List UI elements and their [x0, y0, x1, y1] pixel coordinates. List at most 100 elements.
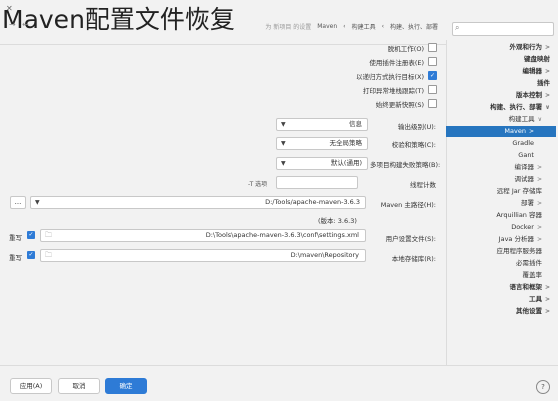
folder-icon[interactable]: 🗀	[45, 250, 52, 261]
breadcrumb-sep: ›	[343, 22, 346, 30]
settings-override-checkbox[interactable]: ✓	[27, 231, 35, 239]
work-offline-checkbox[interactable]	[428, 43, 437, 52]
recursive-checkbox[interactable]: ✓	[428, 71, 437, 80]
chevron-right-icon[interactable]: >	[545, 92, 550, 99]
sidebar-item-label: 外观和行为	[509, 43, 542, 51]
local-repo-override-checkbox[interactable]: ✓	[27, 251, 35, 259]
settings-override-label: 重写	[9, 234, 22, 242]
sidebar-item[interactable]: 远程 Jar 存储库	[446, 186, 556, 197]
plugin-registry-label: 使用插件注册表(E)	[369, 59, 424, 67]
local-repo-value: D:\maven\Repository	[290, 251, 359, 259]
browse-button[interactable]: ...	[10, 196, 26, 209]
output-level-value: 信息	[349, 120, 362, 128]
chevron-right-icon[interactable]: >	[545, 308, 550, 315]
exception-stack-label: 打印异常堆栈跟踪(T)	[362, 87, 424, 95]
sidebar-item[interactable]: 覆盖率	[446, 270, 556, 281]
sidebar-item-label: 编译器	[514, 163, 534, 171]
output-level-select[interactable]: ▼ 信息	[276, 118, 368, 131]
chevron-down-icon: ▼	[281, 160, 286, 167]
breadcrumb-item: 构建工具	[351, 23, 376, 31]
checksum-policy-value: 无全局策略	[329, 139, 363, 147]
sidebar-item[interactable]: 编译器 >	[446, 162, 556, 173]
sidebar-item-label: 调试器	[514, 175, 534, 183]
exception-stack-checkbox[interactable]	[428, 85, 437, 94]
sidebar-item-label: Java 分析器	[498, 235, 534, 243]
ok-button[interactable]: 确定	[105, 378, 147, 394]
maven-version-text: (版本: 3.6.3)	[318, 217, 357, 225]
back-arrow-icon[interactable]: ←	[22, 20, 29, 29]
sidebar-item[interactable]: 键盘映射	[446, 54, 556, 65]
folder-icon[interactable]: 🗀	[45, 230, 52, 241]
chevron-down-icon[interactable]: ∨	[538, 116, 542, 123]
update-snapshots-checkbox[interactable]	[428, 99, 437, 108]
chevron-right-icon[interactable]: >	[529, 128, 534, 135]
plugin-registry-checkbox[interactable]	[428, 57, 437, 66]
local-repo-override-label: 重写	[9, 254, 22, 262]
sidebar-item-label: 应用程序服务器	[496, 247, 543, 255]
apply-button[interactable]: 应用(A)	[10, 378, 52, 394]
close-icon[interactable]: ✕	[6, 4, 13, 13]
chevron-down-icon: ▼	[281, 121, 286, 128]
sidebar-item-label: 其他设置	[515, 307, 542, 315]
thread-count-label: 线程计数	[410, 181, 436, 189]
maven-home-value: D:/Tools/apache-maven-3.6.3	[265, 198, 360, 206]
multiproject-policy-label: 多项目构建失败策略(B):	[370, 161, 441, 169]
sidebar-item[interactable]: 编辑器 >	[446, 66, 556, 77]
search-icon: ⌕	[455, 23, 460, 32]
sidebar-item[interactable]: 应用程序服务器	[446, 246, 556, 257]
sidebar-item[interactable]: 部署 >	[446, 198, 556, 209]
chevron-right-icon[interactable]: >	[537, 200, 542, 207]
cancel-button[interactable]: 取消	[58, 378, 100, 394]
checksum-policy-label: 校验和策略(C):	[391, 141, 436, 149]
sidebar-item-label: Docker	[511, 223, 534, 231]
chevron-right-icon[interactable]: >	[545, 296, 550, 303]
breadcrumb-sep: ›	[381, 22, 384, 30]
settings-file-value: D:\Tools\apache-maven-3.6.3\conf\setting…	[205, 231, 359, 239]
sidebar-item[interactable]: Maven >	[446, 126, 556, 137]
sidebar-item-label: 必需插件	[516, 259, 542, 267]
sidebar-item-label: 键盘映射	[524, 55, 550, 63]
sidebar-item[interactable]: 调试器 >	[446, 174, 556, 185]
sidebar-item[interactable]: 工具 >	[446, 294, 556, 305]
forward-arrow-icon[interactable]: →	[9, 20, 16, 29]
chevron-right-icon[interactable]: >	[537, 176, 542, 183]
sidebar-item[interactable]: Gradle	[446, 138, 556, 149]
sidebar-item[interactable]: Docker >	[446, 222, 556, 233]
settings-file-input[interactable]: 🗀 D:\Tools\apache-maven-3.6.3\conf\setti…	[40, 229, 366, 242]
chevron-down-icon[interactable]: ∨	[545, 104, 550, 111]
sidebar-item[interactable]: Gant	[446, 150, 556, 161]
sidebar-item[interactable]: 构建工具 ∨	[446, 114, 556, 125]
work-offline-label: 脱机工作(O)	[387, 45, 424, 53]
checksum-policy-select[interactable]: ▼ 无全局策略	[276, 137, 368, 150]
help-icon[interactable]: ?	[536, 380, 550, 394]
sidebar-item[interactable]: 版本控制 >	[446, 90, 556, 101]
sidebar-item-label: 编辑器	[522, 67, 542, 75]
chevron-right-icon[interactable]: >	[545, 284, 550, 291]
sidebar-item-label: 远程 Jar 存储库	[496, 187, 542, 195]
chevron-right-icon[interactable]: >	[545, 68, 550, 75]
sidebar-item-label: 构建、执行、部署	[490, 103, 543, 111]
multiproject-policy-select[interactable]: ▼ 默认(通用)	[276, 157, 368, 170]
sidebar-item-label: 版本控制	[515, 91, 542, 99]
local-repo-input[interactable]: 🗀 D:\maven\Repository	[40, 249, 366, 262]
local-repo-label: 本地存储库(R):	[391, 255, 436, 263]
sidebar-item[interactable]: 插件	[446, 78, 556, 89]
thread-count-input[interactable]	[276, 176, 358, 189]
sidebar-item[interactable]: 必需插件	[446, 258, 556, 269]
chevron-right-icon[interactable]: >	[537, 224, 542, 231]
maven-home-select[interactable]: ▼ D:/Tools/apache-maven-3.6.3	[30, 196, 366, 209]
sidebar-item[interactable]: Java 分析器 >	[446, 234, 556, 245]
sidebar-item[interactable]: 外观和行为 >	[446, 42, 556, 53]
chevron-right-icon[interactable]: >	[537, 164, 542, 171]
sidebar-item[interactable]: Arquillian 容器	[446, 210, 556, 221]
chevron-right-icon[interactable]: >	[545, 44, 550, 51]
search-input[interactable]: ⌕	[452, 22, 554, 36]
breadcrumb-note: 为 新项目 的设置	[265, 23, 312, 31]
sidebar-item[interactable]: 其他设置 >	[446, 306, 556, 317]
sidebar-item[interactable]: 构建、执行、部署 ∨	[446, 102, 556, 113]
breadcrumb-item: 构建、执行、部署	[389, 23, 438, 31]
sidebar-item-label: 构建工具	[508, 115, 535, 123]
sidebar-item[interactable]: 语言和框架 >	[446, 282, 556, 293]
recursive-label: 以递归方式执行目标(X)	[355, 73, 424, 81]
chevron-right-icon[interactable]: >	[537, 236, 542, 243]
